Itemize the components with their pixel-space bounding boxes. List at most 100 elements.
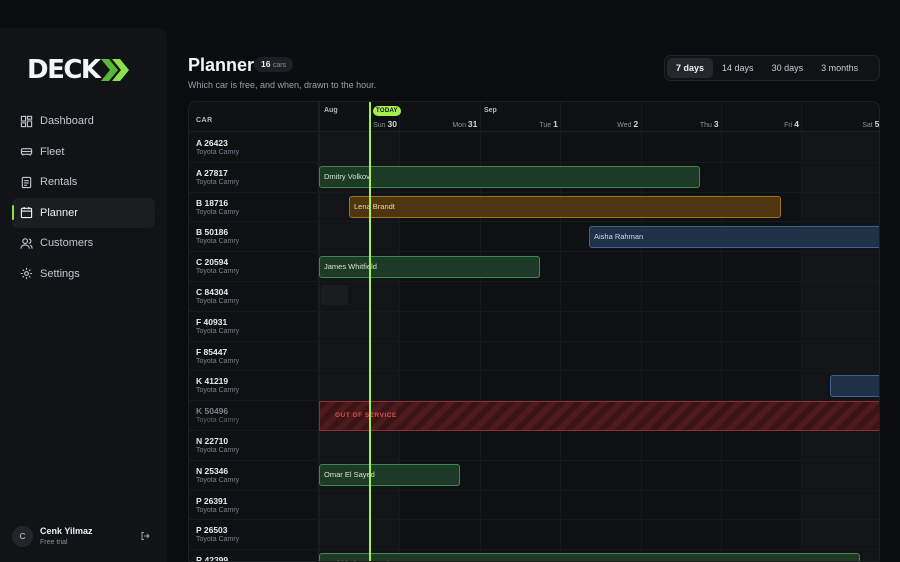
user-plan: Free trial bbox=[40, 539, 68, 546]
range-30-days-button[interactable]: 30 days bbox=[763, 58, 813, 78]
day-header: Mon 31 bbox=[399, 119, 477, 129]
day-weekday: Sat bbox=[862, 122, 873, 129]
range-14-days-button[interactable]: 14 days bbox=[713, 58, 763, 78]
day-date: 1 bbox=[553, 119, 558, 129]
sidebar-item-label: Customers bbox=[40, 237, 94, 250]
range-selector: 7 days 14 days 30 days 3 months bbox=[664, 55, 880, 81]
car-row[interactable]: C 20594 Toyota Camry bbox=[189, 251, 319, 281]
sidebar-item-label: Rentals bbox=[40, 176, 78, 189]
row-divider bbox=[189, 251, 879, 253]
row-divider bbox=[189, 161, 879, 163]
placeholder-booking bbox=[321, 285, 348, 305]
car-model: Toyota Camry bbox=[196, 506, 240, 514]
calendar-icon bbox=[20, 207, 33, 219]
sidebar-item-rentals[interactable]: Rentals bbox=[12, 167, 155, 197]
logo-text: DECK bbox=[27, 55, 101, 85]
car-row[interactable]: K 50496 Toyota Camry bbox=[189, 400, 319, 430]
logo-mark-icon bbox=[100, 59, 129, 81]
sidebar: DECK Dashboard Fleet Rentals Planner Cus… bbox=[0, 28, 167, 562]
booking-bar[interactable]: James Whitfield bbox=[319, 256, 540, 278]
row-divider bbox=[189, 191, 879, 193]
page-subtitle: Which car is free, and when, drawn to th… bbox=[188, 80, 377, 90]
car-row[interactable]: R 42399Toyota Camry bbox=[189, 549, 319, 561]
booking-bar[interactable]: Rashid Al-Mansouri bbox=[319, 553, 860, 561]
range-3-months-button[interactable]: 3 months bbox=[812, 58, 867, 78]
gear-icon bbox=[20, 268, 33, 280]
day-date: 5 bbox=[874, 119, 880, 129]
booking-bar[interactable] bbox=[830, 375, 879, 397]
row-divider bbox=[189, 221, 879, 223]
day-header: Thu 3 bbox=[641, 119, 719, 129]
car-plate: B 18716 bbox=[196, 197, 229, 208]
car-model: Toyota Camry bbox=[196, 238, 240, 246]
car-plate: F 40931 bbox=[196, 316, 228, 327]
car-row[interactable]: P 26391 Toyota Camry bbox=[189, 490, 319, 520]
car-plate: A 27817 bbox=[196, 167, 228, 178]
out-of-service-block[interactable]: OUT OF SERVICE bbox=[319, 401, 879, 431]
avatar: C bbox=[12, 525, 33, 547]
car-row[interactable]: F 40931 Toyota Camry bbox=[189, 311, 319, 341]
car-row[interactable]: P 26503 Toyota Camry bbox=[189, 519, 319, 549]
car-plate: N 22710 bbox=[196, 436, 229, 446]
day-weekday: Wed bbox=[617, 122, 632, 129]
user-name: Cenk Yilmaz bbox=[40, 526, 93, 536]
car-count-unit: cars bbox=[272, 62, 287, 69]
day-date: 4 bbox=[794, 119, 799, 129]
row-divider bbox=[189, 519, 879, 521]
car-plate: P 26391 bbox=[196, 495, 228, 506]
car-count-value: 16 bbox=[261, 59, 271, 69]
day-weekday: Fri bbox=[784, 122, 793, 129]
sidebar-item-planner[interactable]: Planner bbox=[12, 197, 155, 228]
row-divider bbox=[189, 281, 879, 282]
row-divider bbox=[189, 340, 879, 342]
user-profile[interactable]: C Cenk Yilmaz Free trial bbox=[12, 522, 155, 550]
row-divider bbox=[189, 370, 879, 372]
sidebar-item-label: Fleet bbox=[40, 145, 65, 158]
day-column bbox=[801, 132, 879, 561]
booking-bar[interactable]: Omar El Sayed bbox=[319, 464, 460, 486]
car-row[interactable]: F 85447 Toyota Camry bbox=[189, 341, 319, 371]
document-icon bbox=[21, 176, 32, 188]
logo[interactable]: DECK bbox=[27, 55, 133, 85]
car-row[interactable]: K 41219 Toyota Camry bbox=[189, 370, 319, 400]
car-plate: C 84304 bbox=[196, 287, 229, 297]
dashboard-icon bbox=[20, 115, 33, 127]
car-row[interactable]: B 50186 Toyota Camry bbox=[189, 221, 319, 251]
logout-icon[interactable] bbox=[140, 531, 150, 541]
booking-bar[interactable]: Aisha Rahman bbox=[589, 226, 879, 248]
day-weekday: Tue bbox=[539, 122, 552, 129]
day-date: 31 bbox=[467, 119, 478, 129]
sidebar-item-dashboard[interactable]: Dashboard bbox=[12, 106, 155, 136]
sidebar-item-settings[interactable]: Settings bbox=[12, 259, 155, 289]
day-header: Sun 30 bbox=[319, 119, 397, 129]
car-column-header: CAR bbox=[196, 117, 213, 124]
booking-bar[interactable]: Lena Brandt bbox=[349, 196, 781, 218]
day-weekday: Mon bbox=[452, 122, 466, 129]
row-divider bbox=[189, 549, 879, 551]
car-model: Toyota Camry bbox=[196, 476, 240, 484]
car-model: Toyota Camry bbox=[196, 357, 240, 365]
booking-bar[interactable]: Dmitry Volkov bbox=[319, 166, 700, 188]
car-plate: N 25346 bbox=[196, 465, 229, 476]
car-row[interactable]: B 18716 Toyota Camry bbox=[189, 192, 319, 222]
sidebar-nav: Dashboard Fleet Rentals Planner Customer… bbox=[12, 106, 155, 290]
range-7-days-button[interactable]: 7 days bbox=[667, 58, 714, 78]
car-row[interactable]: N 22710 Toyota Camry bbox=[189, 430, 319, 460]
month-label: Sep bbox=[484, 107, 497, 114]
sidebar-item-fleet[interactable]: Fleet bbox=[12, 137, 155, 167]
car-row[interactable]: A 27817 Toyota Camry bbox=[189, 162, 319, 192]
car-model: Toyota Camry bbox=[196, 447, 240, 454]
car-plate: A 26423 bbox=[196, 138, 228, 148]
day-header: Tue 1 bbox=[480, 119, 558, 129]
car-model: Toyota Camry bbox=[196, 208, 240, 216]
car-plate: B 50186 bbox=[196, 227, 229, 238]
today-badge: TODAY bbox=[373, 106, 401, 116]
car-row[interactable]: A 26423 Toyota Camry bbox=[189, 132, 319, 162]
car-model: Toyota Camry bbox=[196, 536, 240, 544]
sidebar-item-customers[interactable]: Customers bbox=[12, 228, 155, 258]
car-row[interactable]: C 84304 Toyota Camry bbox=[189, 281, 319, 311]
car-plate: K 50496 bbox=[196, 406, 229, 417]
timeline: Sun 30 Mon 31 Tue 1 Wed 2 Thu 3 Fri 4 Sat 5 Au… bbox=[189, 102, 880, 561]
car-row[interactable]: N 25346 Toyota Camry bbox=[189, 460, 319, 490]
car-model: Toyota Camry bbox=[196, 327, 240, 335]
